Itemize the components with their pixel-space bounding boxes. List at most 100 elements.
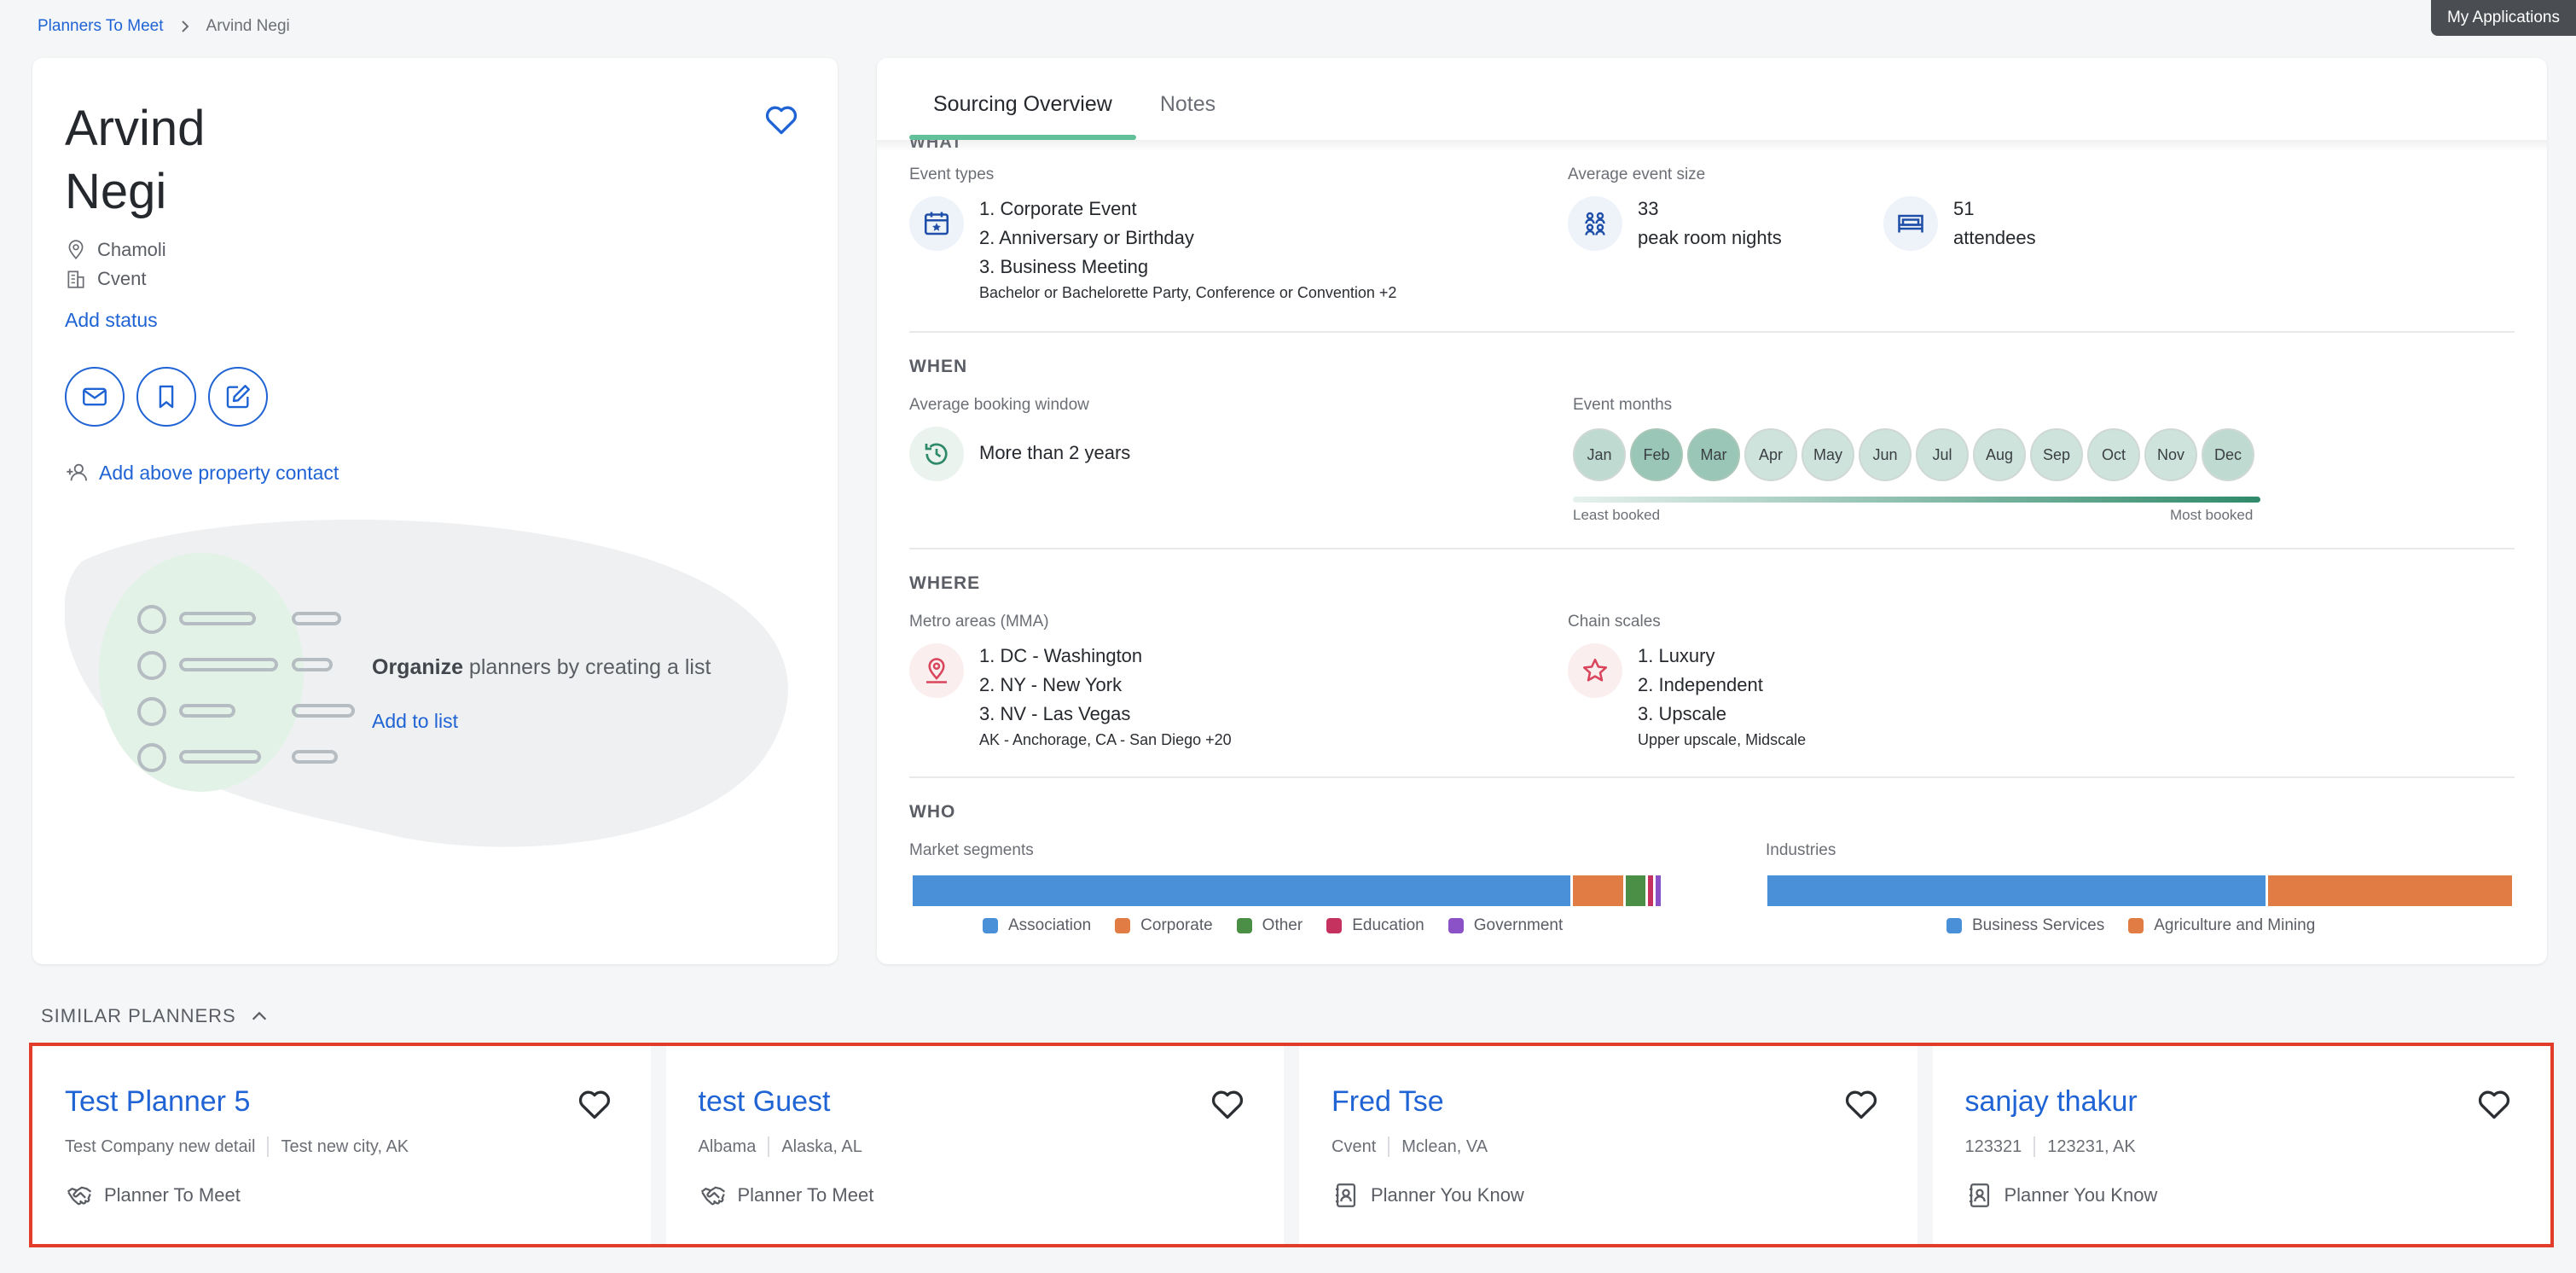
event-months: Jan Feb Mar Apr May Jun Jul Aug Sep Oct Nov Dec	[1573, 428, 2254, 481]
location-pin-icon	[68, 240, 84, 260]
event-types-label: Event types	[909, 166, 995, 183]
breadcrumb-planners-to-meet[interactable]: Planners To Meet	[38, 17, 164, 36]
tab-notes[interactable]: Notes	[1136, 58, 1239, 140]
chain-icon-wrap	[1568, 643, 1622, 698]
planner-company: Cvent	[65, 268, 146, 290]
my-applications-button[interactable]: My Applications	[2431, 0, 2576, 36]
legend-item: Government	[1448, 916, 1563, 935]
similar-planners-heading: SIMILAR PLANNERS	[41, 1005, 236, 1026]
similar-planner-card[interactable]: Fred Tse Cvent Mclean, VA Planner You Know	[1299, 1046, 1917, 1244]
section-divider	[909, 776, 2515, 778]
bar-segment-corporate[interactable]	[1573, 875, 1623, 906]
bar-segment-education[interactable]	[1648, 875, 1654, 906]
planner-company: 123321	[1964, 1136, 2022, 1156]
attendees-stat: 51 attendees	[1953, 195, 2036, 253]
planner-meta: Test Company new detail Test new city, AK	[65, 1136, 409, 1157]
tab-sourcing-overview[interactable]: Sourcing Overview	[909, 58, 1136, 140]
chain-item: 3. Upscale	[1638, 703, 1726, 724]
add-status-link[interactable]: Add status	[65, 309, 158, 332]
chevron-up-icon	[252, 1011, 266, 1020]
section-divider	[909, 548, 2515, 549]
building-icon	[67, 270, 84, 288]
bookmark-button[interactable]	[136, 367, 196, 427]
planner-name-link[interactable]: test Guest	[699, 1085, 831, 1119]
favorite-heart-icon[interactable]	[576, 1085, 613, 1123]
planner-first-name: Arvind	[65, 101, 206, 156]
chain-scales-label: Chain scales	[1568, 613, 1661, 631]
planner-company: Cvent	[1332, 1136, 1377, 1156]
planner-location: Chamoli	[65, 239, 166, 261]
metro-item: 3. NV - Las Vegas	[979, 703, 1131, 724]
legend-label: Other	[1262, 916, 1303, 934]
add-to-list-link[interactable]: Add to list	[372, 710, 458, 733]
planner-location: Alaska, AL	[781, 1136, 862, 1156]
bar-segment-business-services[interactable]	[1767, 875, 2266, 906]
bed-icon	[1898, 214, 1923, 233]
similar-planner-card[interactable]: sanjay thakur 123321 123231, AK Planner You…	[1932, 1046, 2550, 1244]
legend-swatch	[1448, 918, 1464, 933]
where-heading: WHERE	[909, 573, 981, 593]
calendar-star-icon	[924, 212, 949, 235]
planner-location: 123231, AK	[2047, 1136, 2136, 1156]
organize-bold: Organize	[372, 655, 463, 679]
attendees-unit: attendees	[1953, 227, 2036, 248]
planner-tag: Planner You Know	[1965, 1181, 2157, 1210]
legend-item: Business Services	[1947, 916, 2104, 935]
industries-legend: Business Services Agriculture and Mining	[1947, 916, 2315, 935]
planner-tag-label: Planner You Know	[1371, 1184, 1524, 1206]
bar-segment-government[interactable]	[1656, 875, 1661, 906]
similar-planner-card[interactable]: test Guest Albama Alaska, AL Planner To Mee…	[665, 1046, 1284, 1244]
metro-areas-label: Metro areas (MMA)	[909, 613, 1049, 631]
add-person-icon	[67, 463, 88, 481]
similar-planners-toggle[interactable]: SIMILAR PLANNERS	[41, 1005, 269, 1027]
edit-button[interactable]	[208, 367, 268, 427]
section-divider	[909, 331, 2515, 333]
similar-planners-list: Test Planner 5 Test Company new detail Tes…	[29, 1043, 2554, 1247]
event-types-more: Bachelor or Bachelorette Party, Conferen…	[979, 284, 1397, 301]
when-heading: WHEN	[909, 357, 968, 376]
chevron-right-icon	[181, 20, 189, 32]
planner-meta: 123321 123231, AK	[1965, 1136, 2136, 1157]
email-button[interactable]	[65, 367, 125, 427]
favorite-heart-icon[interactable]	[1842, 1085, 1880, 1123]
legend-swatch	[1326, 918, 1343, 933]
industries-bar	[1767, 875, 2515, 906]
bar-segment-agriculture-and-mining[interactable]	[2267, 875, 2512, 906]
event-months-label: Event months	[1573, 396, 1673, 414]
planner-name-link[interactable]: Fred Tse	[1332, 1085, 1444, 1119]
planner-profile-card: Arvind Negi Chamoli Cvent Add status Add…	[32, 58, 838, 964]
favorite-heart-icon[interactable]	[763, 101, 800, 138]
legend-swatch	[1236, 918, 1252, 933]
most-booked-label: Most booked	[2170, 507, 2254, 523]
star-icon	[1582, 658, 1608, 682]
planner-name-link[interactable]: sanjay thakur	[1965, 1085, 2138, 1119]
month-nov: Nov	[2144, 428, 2197, 481]
planner-meta: Albama Alaska, AL	[699, 1136, 862, 1157]
month-feb: Feb	[1630, 428, 1683, 481]
add-property-contact-link[interactable]: Add above property contact	[65, 461, 339, 485]
favorite-heart-icon[interactable]	[1209, 1085, 1246, 1123]
month-may: May	[1801, 428, 1854, 481]
bar-segment-other[interactable]	[1625, 875, 1646, 906]
meta-separator	[1388, 1136, 1390, 1157]
legend-swatch	[983, 918, 998, 933]
booking-window-value: More than 2 years	[979, 442, 1131, 463]
booking-window-label: Average booking window	[909, 396, 1089, 414]
legend-item: Education	[1326, 916, 1424, 935]
planner-location: Test new city, AK	[281, 1136, 409, 1156]
similar-planner-card[interactable]: Test Planner 5 Test Company new detail Tes…	[32, 1046, 651, 1244]
market-segments-bar	[913, 875, 1663, 906]
month-sep: Sep	[2030, 428, 2083, 481]
bar-segment-association[interactable]	[913, 875, 1571, 906]
metro-more: AK - Anchorage, CA - San Diego +20	[979, 731, 1232, 748]
handshake-icon	[700, 1186, 725, 1206]
planner-tag: Planner You Know	[1332, 1181, 1524, 1210]
attendees-icon-wrap	[1883, 196, 1938, 251]
planner-name-link[interactable]: Test Planner 5	[65, 1085, 250, 1119]
planner-name: Arvind Negi	[65, 97, 205, 224]
room-nights-stat: 33 peak room nights	[1638, 195, 1782, 253]
favorite-heart-icon[interactable]	[2475, 1085, 2513, 1123]
tabs-shadow	[877, 140, 2547, 152]
metro-areas-list: 1. DC - Washington 2. NY - New York 3. N…	[979, 642, 1232, 751]
least-booked-label: Least booked	[1573, 507, 1661, 523]
